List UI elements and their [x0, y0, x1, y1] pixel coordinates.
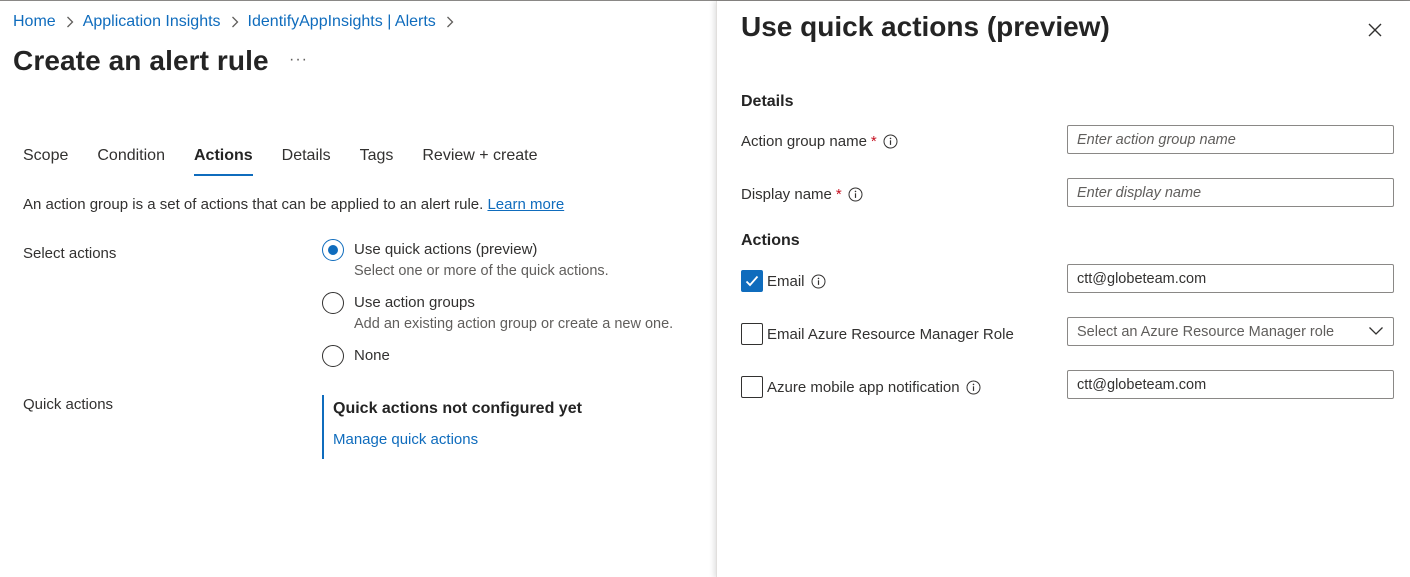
- email-arm-role-checkbox-row[interactable]: Email Azure Resource Manager Role: [741, 323, 1014, 345]
- radio-label: Use action groups: [354, 294, 475, 311]
- email-arm-role-label: Email Azure Resource Manager Role: [767, 325, 1014, 343]
- quick-actions-panel: Use quick actions (preview) Details Acti…: [716, 1, 1410, 577]
- tab-scope[interactable]: Scope: [23, 147, 68, 174]
- learn-more-link[interactable]: Learn more: [487, 196, 564, 213]
- actions-intro: An action group is a set of actions that…: [23, 196, 564, 213]
- display-name-label: Display name *: [741, 186, 863, 203]
- intro-text: An action group is a set of actions that…: [23, 196, 484, 213]
- chevron-right-icon: [231, 15, 239, 29]
- display-name-input[interactable]: [1067, 178, 1394, 207]
- quick-actions-status-box: Quick actions not configured yet Manage …: [322, 395, 582, 459]
- breadcrumb-application-insights[interactable]: Application Insights: [83, 13, 221, 31]
- breadcrumb-home[interactable]: Home: [13, 13, 56, 31]
- radio-description: Select one or more of the quick actions.: [354, 263, 609, 279]
- chevron-right-icon: [446, 15, 454, 29]
- mobile-app-address-input[interactable]: [1067, 370, 1394, 399]
- arm-role-dropdown-placeholder: Select an Azure Resource Manager role: [1077, 323, 1335, 340]
- email-checkbox-row[interactable]: Email: [741, 270, 826, 292]
- action-group-name-input[interactable]: [1067, 125, 1394, 154]
- panel-title: Use quick actions (preview): [741, 11, 1110, 42]
- info-icon[interactable]: [966, 380, 981, 395]
- radio-use-action-groups[interactable]: Use action groups Add an existing action…: [322, 292, 673, 333]
- actions-heading: Actions: [741, 232, 800, 249]
- action-group-name-label: Action group name *: [741, 133, 898, 150]
- info-icon[interactable]: [883, 134, 898, 149]
- manage-quick-actions-link[interactable]: Manage quick actions: [333, 431, 582, 448]
- field-label-text: Action group name: [741, 133, 867, 150]
- page-title: Create an alert rule: [13, 45, 269, 76]
- select-actions-radio-group: Use quick actions (preview) Select one o…: [322, 239, 673, 379]
- radio-unchecked-icon: [322, 292, 344, 314]
- email-label: Email: [767, 272, 805, 290]
- select-actions-label: Select actions: [23, 245, 117, 262]
- required-marker: *: [835, 186, 842, 203]
- quick-actions-label: Quick actions: [23, 396, 114, 413]
- tab-actions[interactable]: Actions: [193, 147, 253, 176]
- quick-actions-status: Quick actions not configured yet: [333, 400, 582, 417]
- chevron-down-icon: [1368, 324, 1384, 340]
- radio-checked-icon: [322, 239, 344, 261]
- info-icon[interactable]: [811, 274, 826, 289]
- checkbox-checked-icon[interactable]: [741, 270, 763, 292]
- tab-details[interactable]: Details: [282, 147, 331, 174]
- tab-review-create[interactable]: Review + create: [422, 147, 537, 174]
- field-label-text: Display name: [741, 186, 832, 203]
- wizard-tabs: Scope Condition Actions Details Tags Rev…: [23, 147, 567, 176]
- mobile-app-checkbox-row[interactable]: Azure mobile app notification: [741, 376, 981, 398]
- radio-use-quick-actions[interactable]: Use quick actions (preview) Select one o…: [322, 239, 673, 280]
- breadcrumb: Home Application Insights IdentifyAppIns…: [13, 13, 463, 31]
- info-icon[interactable]: [848, 187, 863, 202]
- close-icon[interactable]: [1365, 20, 1385, 40]
- tab-tags[interactable]: Tags: [360, 147, 394, 174]
- create-alert-rule-page: Home Application Insights IdentifyAppIns…: [0, 1, 716, 577]
- chevron-right-icon: [66, 15, 74, 29]
- email-address-input[interactable]: [1067, 264, 1394, 293]
- tab-condition[interactable]: Condition: [97, 147, 165, 174]
- radio-none[interactable]: None: [322, 345, 673, 367]
- more-options-icon[interactable]: ···: [289, 51, 308, 69]
- details-heading: Details: [741, 93, 794, 110]
- checkbox-unchecked-icon[interactable]: [741, 323, 763, 345]
- checkbox-unchecked-icon[interactable]: [741, 376, 763, 398]
- breadcrumb-alerts[interactable]: IdentifyAppInsights | Alerts: [248, 13, 436, 31]
- required-marker: *: [870, 133, 877, 150]
- radio-label: Use quick actions (preview): [354, 241, 538, 258]
- radio-label: None: [354, 347, 390, 364]
- arm-role-dropdown[interactable]: Select an Azure Resource Manager role: [1067, 317, 1394, 346]
- mobile-app-label: Azure mobile app notification: [767, 378, 960, 396]
- radio-description: Add an existing action group or create a…: [354, 316, 674, 332]
- radio-unchecked-icon: [322, 345, 344, 367]
